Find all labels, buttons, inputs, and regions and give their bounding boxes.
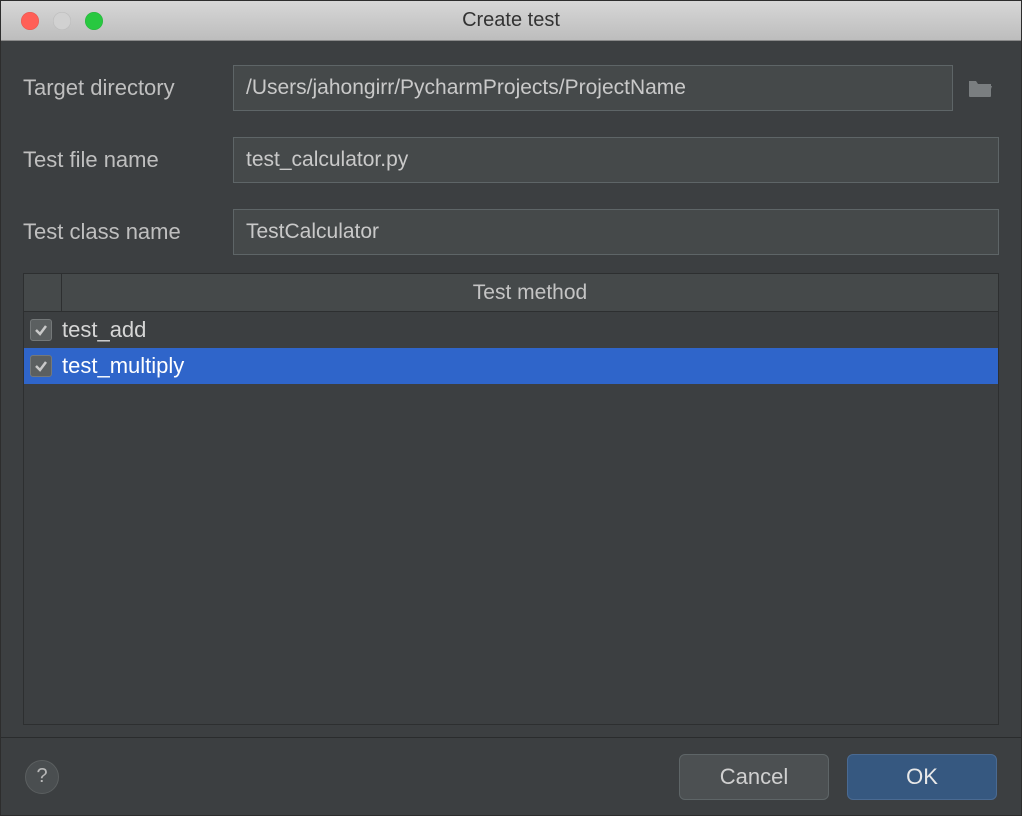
test-method-row[interactable]: test_add [24, 312, 998, 348]
method-checkbox[interactable] [30, 319, 52, 341]
checkbox-column-header [24, 274, 62, 311]
test-method-header-label: Test method [62, 281, 998, 305]
window-controls [1, 12, 103, 30]
ok-button[interactable]: OK [847, 754, 997, 800]
test-class-name-input[interactable] [233, 209, 999, 255]
window-title: Create test [1, 9, 1021, 32]
dialog-content: Target directory Test file name Test cla… [1, 41, 1021, 737]
test-class-name-row: Test class name [23, 209, 999, 255]
test-file-name-input[interactable] [233, 137, 999, 183]
cancel-button-label: Cancel [720, 764, 788, 790]
create-test-dialog: Create test Target directory Test file n… [0, 0, 1022, 816]
close-window-button[interactable] [21, 12, 39, 30]
cancel-button[interactable]: Cancel [679, 754, 829, 800]
footer-buttons: Cancel OK [679, 754, 997, 800]
test-method-panel: Test method test_add test_multiply [23, 273, 999, 725]
test-method-list[interactable]: test_add test_multiply [24, 312, 998, 724]
zoom-window-button[interactable] [85, 12, 103, 30]
target-directory-label: Target directory [23, 75, 233, 101]
ok-button-label: OK [906, 764, 938, 790]
help-icon: ? [36, 765, 47, 788]
method-label: test_multiply [62, 353, 184, 379]
check-icon [33, 358, 49, 374]
method-label: test_add [62, 317, 146, 343]
test-method-row[interactable]: test_multiply [24, 348, 998, 384]
titlebar: Create test [1, 1, 1021, 41]
target-directory-input[interactable] [233, 65, 953, 111]
target-directory-row: Target directory [23, 65, 999, 111]
method-checkbox[interactable] [30, 355, 52, 377]
check-icon [33, 322, 49, 338]
test-method-header: Test method [24, 274, 998, 312]
test-file-name-row: Test file name [23, 137, 999, 183]
minimize-window-button[interactable] [53, 12, 71, 30]
dialog-footer: ? Cancel OK [1, 737, 1021, 815]
test-file-name-label: Test file name [23, 147, 233, 173]
test-class-name-label: Test class name [23, 219, 233, 245]
help-button[interactable]: ? [25, 760, 59, 794]
folder-open-icon[interactable] [963, 77, 999, 99]
